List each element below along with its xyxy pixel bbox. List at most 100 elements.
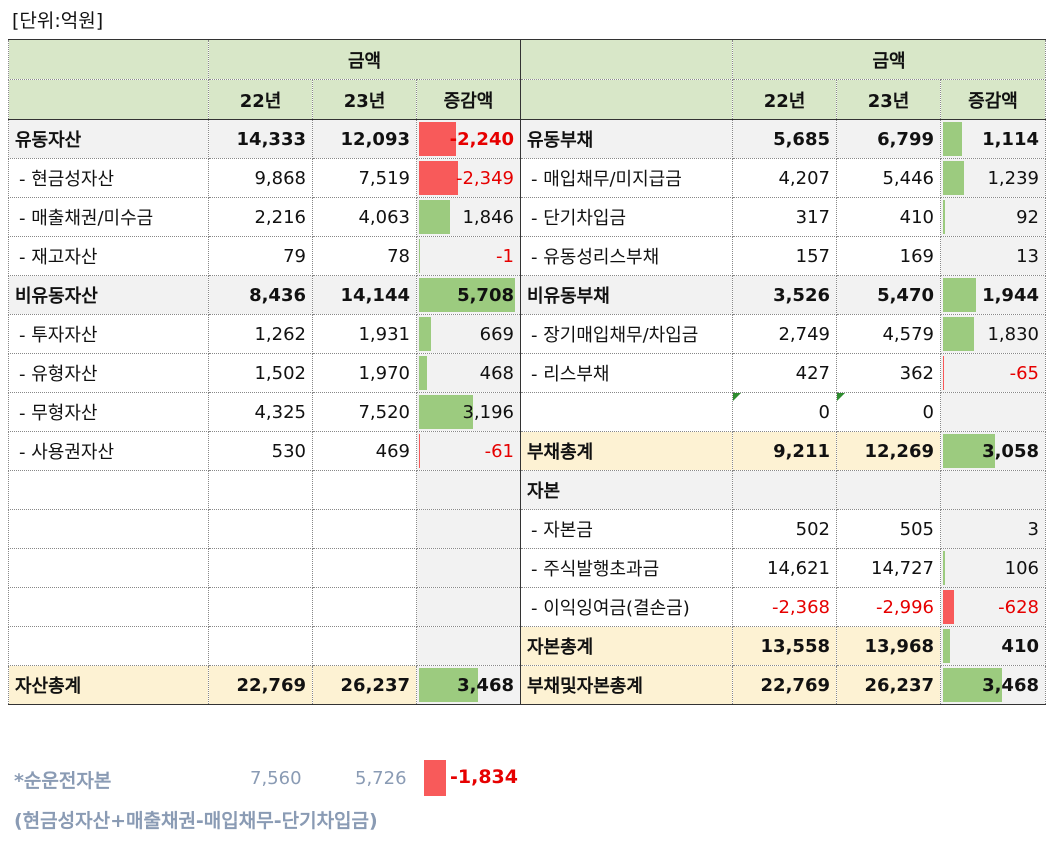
- header-blank-right: [520, 39, 733, 80]
- right-value-22: 427: [732, 353, 837, 393]
- left-diff-value: -61: [484, 440, 514, 462]
- left-value-22: [208, 509, 313, 549]
- left-row-label: - 재고자산: [8, 236, 209, 276]
- header-row-years: 22년 23년 증감액 22년 23년 증감액: [8, 79, 1046, 120]
- left-row-label: [8, 587, 209, 627]
- left-value-22: 9,868: [208, 158, 313, 198]
- right-value-23: 5,470: [836, 275, 941, 315]
- right-value-23: 4,579: [836, 314, 941, 354]
- right-diff-cell: 13: [940, 236, 1046, 276]
- header-row-amount: 금액 금액: [8, 39, 1046, 80]
- left-value-23: 1,970: [312, 353, 417, 393]
- left-diff-value: 1,846: [462, 206, 514, 228]
- right-value-22: 4,207: [732, 158, 837, 198]
- left-value-22: 8,436: [208, 275, 313, 315]
- right-value-23: -2,996: [836, 587, 941, 627]
- right-diff-bar: [943, 122, 962, 156]
- left-diff-bar: [419, 434, 420, 468]
- left-diff-cell: [416, 548, 521, 588]
- right-value-23: 505: [836, 509, 941, 549]
- left-value-23: [312, 548, 417, 588]
- left-value-23: [312, 626, 417, 666]
- left-diff-cell: -61: [416, 431, 521, 471]
- right-diff-bar: [943, 629, 950, 663]
- table-row: - 자본금 502 505 3: [8, 509, 1046, 549]
- header-diff-right: 증감액: [940, 79, 1046, 120]
- left-value-22: 4,325: [208, 392, 313, 432]
- right-diff-bar: [943, 590, 954, 624]
- left-diff-value: 5,708: [457, 284, 514, 306]
- header-23-left: 23년: [312, 79, 417, 120]
- right-value-22: -2,368: [732, 587, 837, 627]
- right-value-22: 3,526: [732, 275, 837, 315]
- right-diff-cell: 3,058: [940, 431, 1046, 471]
- header-diff-left: 증감액: [416, 79, 521, 120]
- left-row-label: [8, 470, 209, 510]
- left-diff-value: 468: [479, 362, 514, 384]
- right-diff-bar: [943, 200, 945, 234]
- right-value-22: 0: [732, 392, 837, 432]
- right-diff-value: 410: [1001, 635, 1039, 657]
- right-value-23: 5,446: [836, 158, 941, 198]
- right-diff-value: 3: [1027, 518, 1039, 540]
- header-23-right: 23년: [836, 79, 941, 120]
- footnote-diff: -1,834: [450, 766, 518, 788]
- table-row: - 재고자산 79 78 -1 - 유동성리스부채 157 169 13: [8, 236, 1046, 276]
- right-value-22: 317: [732, 197, 837, 237]
- table-row: - 무형자산 4,325 7,520 3,196 0 0: [8, 392, 1046, 432]
- table-row: - 이익잉여금(결손금) -2,368 -2,996 -628: [8, 587, 1046, 627]
- left-row-label: 유동자산: [8, 119, 209, 159]
- right-diff-cell: 92: [940, 197, 1046, 237]
- right-value-22: 13,558: [732, 626, 837, 666]
- right-value-23: 410: [836, 197, 941, 237]
- right-diff-cell: 1,114: [940, 119, 1046, 159]
- left-value-22: 14,333: [208, 119, 313, 159]
- right-row-label: - 리스부채: [520, 353, 733, 393]
- left-value-23: [312, 587, 417, 627]
- left-diff-cell: 3,468: [416, 665, 521, 705]
- table-row: - 매출채권/미수금 2,216 4,063 1,846 - 단기차입금 317 410 92: [8, 197, 1046, 237]
- right-diff-cell: -628: [940, 587, 1046, 627]
- right-diff-cell: [940, 392, 1046, 432]
- right-value-22: 5,685: [732, 119, 837, 159]
- right-value-22: 22,769: [732, 665, 837, 705]
- table-row: 자본: [8, 470, 1046, 510]
- footnote-formula: (현금성자산+매출채권-매입채무-단기차입금): [14, 810, 378, 832]
- right-value-23: 362: [836, 353, 941, 393]
- error-flag-icon: [837, 393, 845, 401]
- right-diff-bar: [943, 356, 944, 390]
- header-amount-right: 금액: [732, 39, 1046, 80]
- left-diff-bar: [419, 200, 450, 234]
- right-value-23: 169: [836, 236, 941, 276]
- left-diff-bar: [419, 161, 458, 195]
- left-value-22: 530: [208, 431, 313, 471]
- left-row-label: 자산총계: [8, 665, 209, 705]
- left-value-23: 78: [312, 236, 417, 276]
- header-blank-left: [8, 39, 209, 80]
- left-diff-bar: [419, 356, 427, 390]
- left-diff-value: -2,349: [455, 167, 514, 189]
- left-value-23: 7,519: [312, 158, 417, 198]
- left-diff-bar: [419, 239, 420, 273]
- table-row: 유동자산 14,333 12,093 -2,240 유동부채 5,685 6,799 1,11…: [8, 119, 1046, 159]
- right-diff-bar: [943, 551, 945, 585]
- left-row-label: [8, 548, 209, 588]
- left-row-label: - 매출채권/미수금: [8, 197, 209, 237]
- left-value-22: 22,769: [208, 665, 313, 705]
- left-row-label: - 사용권자산: [8, 431, 209, 471]
- left-diff-cell: [416, 509, 521, 549]
- unit-label: [단위:억원]: [12, 10, 104, 32]
- left-value-23: 1,931: [312, 314, 417, 354]
- left-diff-cell: [416, 587, 521, 627]
- left-value-23: 26,237: [312, 665, 417, 705]
- left-value-23: 469: [312, 431, 417, 471]
- right-row-label: - 단기차입금: [520, 197, 733, 237]
- left-row-label: - 무형자산: [8, 392, 209, 432]
- right-row-label: - 유동성리스부채: [520, 236, 733, 276]
- left-row-label: 비유동자산: [8, 275, 209, 315]
- left-row-label: - 투자자산: [8, 314, 209, 354]
- footnote-22: 7,560: [250, 768, 302, 789]
- header-22-left: 22년: [208, 79, 313, 120]
- balance-sheet-table: 금액 금액 22년 23년 증감액 22년 23년 증감액 유동자산 14,333…: [8, 39, 1046, 705]
- right-value-23: 26,237: [836, 665, 941, 705]
